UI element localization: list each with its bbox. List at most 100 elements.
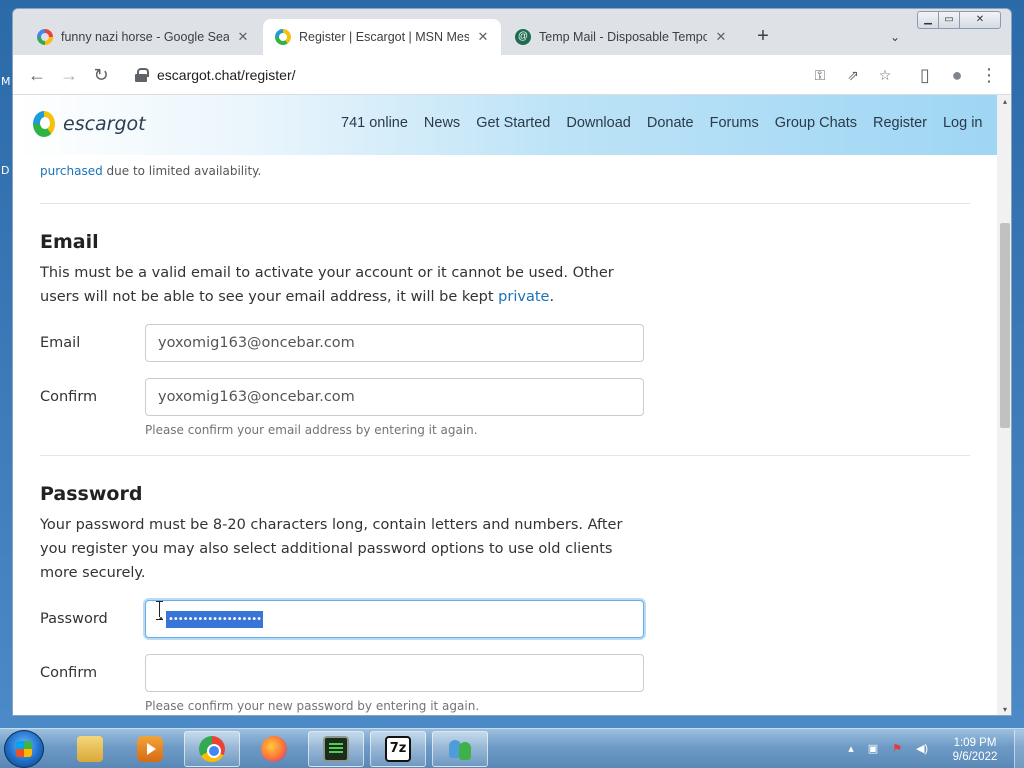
clock-date: 9/6/2022 bbox=[952, 751, 998, 763]
confirm-password-label: Confirm bbox=[40, 665, 98, 681]
address-bar[interactable]: escargot.chat/register/ ⚿ ⇗ ☆ bbox=[125, 60, 901, 90]
clock[interactable]: 1:09 PM 9/6/2022 bbox=[940, 736, 1010, 764]
show-hidden-icons-arrow-icon[interactable]: ▴ bbox=[844, 742, 858, 756]
logo-text: escargot bbox=[63, 113, 146, 135]
reload-icon[interactable]: ↻ bbox=[89, 63, 113, 87]
vertical-scrollbar[interactable]: ▴ ▾ bbox=[997, 95, 1011, 715]
confirm-password-field[interactable] bbox=[145, 654, 644, 692]
scrollbar-thumb[interactable] bbox=[1000, 223, 1010, 428]
maximize-button[interactable]: ▭ bbox=[938, 11, 960, 29]
taskbar-media-player[interactable] bbox=[122, 731, 178, 767]
action-center-flag-icon[interactable]: ⚑ bbox=[890, 742, 904, 756]
password-label: Password bbox=[40, 611, 108, 627]
users-icon bbox=[447, 736, 473, 762]
browser-toolbar: ← → ↻ escargot.chat/register/ ⚿ ⇗ ☆ ▯ ● … bbox=[13, 55, 1011, 95]
forward-arrow-icon[interactable]: → bbox=[57, 63, 81, 87]
share-icon[interactable]: ⇗ bbox=[843, 65, 863, 85]
close-tab-icon[interactable]: ✕ bbox=[475, 29, 491, 45]
confirm-email-label: Confirm bbox=[40, 389, 98, 405]
url-text[interactable]: escargot.chat/register/ bbox=[157, 67, 296, 83]
taskbar: 7z ▴ ▣ ⚑ ◀) 1:09 PM 9/6/2022 bbox=[0, 728, 1024, 768]
nav-group-chats[interactable]: Group Chats bbox=[775, 115, 857, 131]
escargot-logo[interactable]: escargot bbox=[33, 111, 146, 137]
confirm-email-help: Please confirm your email address by ent… bbox=[145, 423, 478, 437]
key-icon[interactable]: ⚿ bbox=[810, 65, 830, 85]
email-section-title: Email bbox=[40, 231, 99, 253]
private-link[interactable]: private bbox=[498, 289, 549, 305]
taskbar-firefox[interactable] bbox=[246, 731, 302, 767]
nav-online-count[interactable]: 741 online bbox=[341, 115, 408, 131]
nav-get-started[interactable]: Get Started bbox=[476, 115, 550, 131]
taskbar-terminal[interactable] bbox=[308, 731, 364, 767]
password-selected-text: ••••••••••••••••••• bbox=[166, 611, 264, 628]
close-window-button[interactable]: ✕ bbox=[959, 11, 1001, 29]
volume-icon[interactable]: ◀) bbox=[912, 742, 932, 756]
nav-forums[interactable]: Forums bbox=[710, 115, 759, 131]
partial-text-rest: due to limited availability. bbox=[102, 164, 262, 178]
lock-icon[interactable] bbox=[135, 68, 149, 82]
close-tab-icon[interactable]: ✕ bbox=[713, 29, 729, 45]
desktop-letter-m: M bbox=[1, 75, 11, 88]
taskbar-users[interactable] bbox=[432, 731, 488, 767]
text-cursor-icon bbox=[156, 601, 164, 620]
system-tray: ▴ ▣ ⚑ ◀) 1:09 PM 9/6/2022 bbox=[840, 730, 1024, 768]
new-tab-button[interactable]: + bbox=[753, 26, 773, 47]
nav-register[interactable]: Register bbox=[873, 115, 927, 131]
tempmail-icon bbox=[515, 29, 531, 45]
password-section-description: Your password must be 8-20 characters lo… bbox=[40, 517, 623, 581]
folder-icon bbox=[77, 736, 103, 762]
profile-avatar-icon[interactable]: ● bbox=[945, 63, 969, 87]
divider bbox=[40, 203, 970, 204]
minimize-button[interactable]: ▁ bbox=[917, 11, 939, 29]
desktop-letter-d: D bbox=[1, 164, 10, 177]
close-tab-icon[interactable]: ✕ bbox=[235, 29, 251, 45]
nav-news[interactable]: News bbox=[424, 115, 460, 131]
clock-time: 1:09 PM bbox=[953, 737, 997, 749]
menu-dots-icon[interactable]: ⋮ bbox=[977, 63, 1001, 87]
partial-scrolled-text: purchased due to limited availability. bbox=[40, 162, 680, 180]
network-icon[interactable]: ▣ bbox=[866, 742, 880, 756]
nav-donate[interactable]: Donate bbox=[647, 115, 694, 131]
show-desktop-button[interactable] bbox=[1014, 730, 1024, 768]
site-header: escargot 741 online News Get Started Dow… bbox=[13, 95, 997, 155]
7zip-icon: 7z bbox=[385, 736, 411, 762]
firefox-icon bbox=[261, 736, 287, 762]
windows-logo-icon bbox=[16, 741, 32, 757]
tab-title: Temp Mail - Disposable Tempora bbox=[539, 30, 707, 44]
tab-title: funny nazi horse - Google Search bbox=[61, 30, 229, 44]
confirm-email-field[interactable]: yoxomig163@oncebar.com bbox=[145, 378, 644, 416]
email-desc-end: . bbox=[549, 289, 555, 305]
chrome-window: funny nazi horse - Google Search ✕ Regis… bbox=[12, 8, 1012, 716]
escargot-logo-icon bbox=[33, 111, 55, 137]
bookmark-star-icon[interactable]: ☆ bbox=[875, 65, 895, 85]
tab-search-chevron-icon[interactable]: ⌄ bbox=[885, 27, 905, 47]
email-section-description: This must be a valid email to activate y… bbox=[40, 261, 650, 309]
password-section-title: Password bbox=[40, 483, 143, 505]
tab-strip: funny nazi horse - Google Search ✕ Regis… bbox=[13, 9, 1011, 55]
chrome-icon bbox=[199, 736, 225, 762]
nav-log-in[interactable]: Log in bbox=[943, 115, 983, 131]
purchased-link[interactable]: purchased bbox=[40, 164, 103, 178]
side-panel-icon[interactable]: ▯ bbox=[913, 63, 937, 87]
taskbar-7zip[interactable]: 7z bbox=[370, 731, 426, 767]
page-viewport: escargot 741 online News Get Started Dow… bbox=[13, 95, 997, 715]
escargot-icon bbox=[275, 29, 291, 45]
taskbar-explorer[interactable] bbox=[62, 731, 118, 767]
tab-temp-mail[interactable]: Temp Mail - Disposable Tempora ✕ bbox=[503, 19, 739, 55]
tab-escargot-register[interactable]: Register | Escargot | MSN Messen ✕ bbox=[263, 19, 501, 55]
tab-title: Register | Escargot | MSN Messen bbox=[299, 30, 469, 44]
password-field[interactable]: • ••••••••••••••••••• bbox=[145, 600, 644, 638]
start-button[interactable] bbox=[4, 730, 44, 768]
taskbar-chrome[interactable] bbox=[184, 731, 240, 767]
email-field[interactable]: yoxomig163@oncebar.com bbox=[145, 324, 644, 362]
site-nav: 741 online News Get Started Download Don… bbox=[341, 115, 997, 131]
scroll-down-icon[interactable]: ▾ bbox=[1000, 705, 1010, 715]
nav-download[interactable]: Download bbox=[566, 115, 631, 131]
terminal-icon bbox=[323, 736, 349, 762]
tab-google-search[interactable]: funny nazi horse - Google Search ✕ bbox=[25, 19, 261, 55]
google-icon bbox=[37, 29, 53, 45]
divider bbox=[40, 455, 970, 456]
scroll-up-icon[interactable]: ▴ bbox=[1000, 97, 1010, 107]
email-label: Email bbox=[40, 335, 81, 351]
back-arrow-icon[interactable]: ← bbox=[25, 63, 49, 87]
